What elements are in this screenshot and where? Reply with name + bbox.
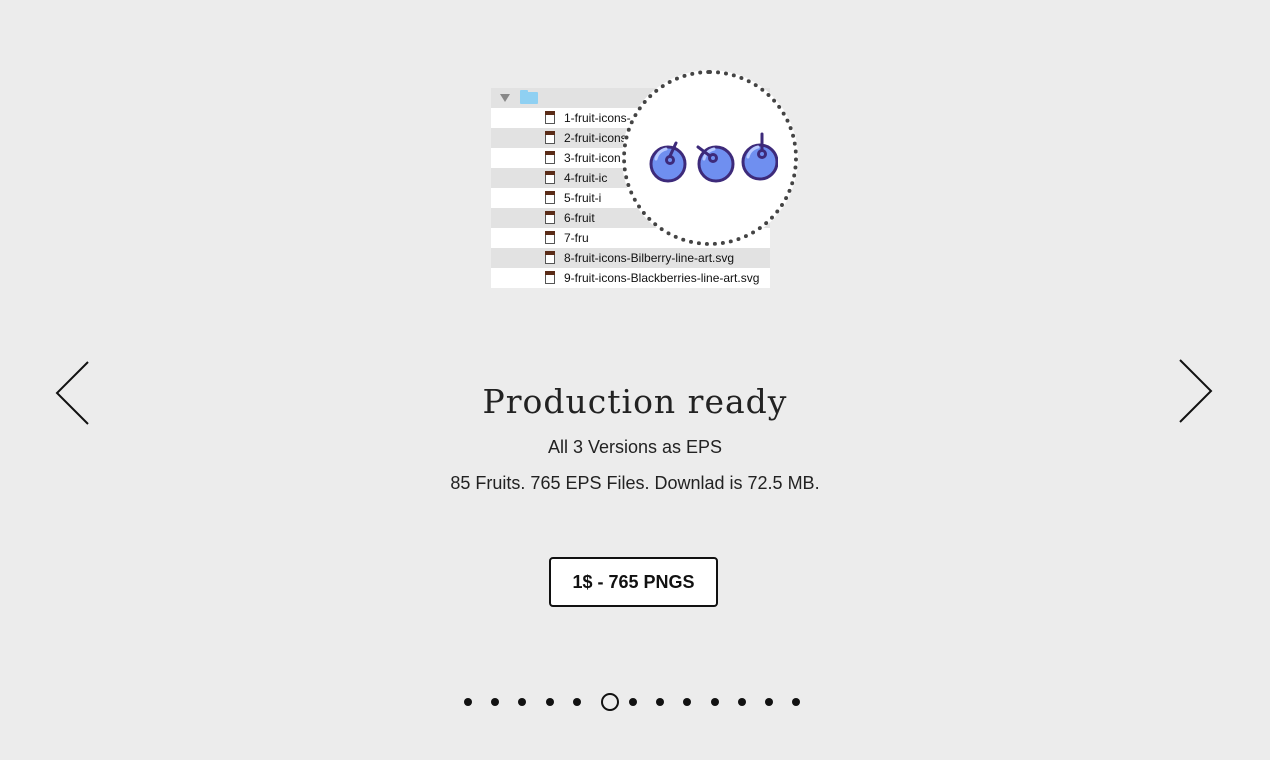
file-name: 7-fru [564, 231, 589, 245]
file-name: 2-fruit-icons [564, 131, 627, 145]
file-name: 5-fruit-i [564, 191, 602, 205]
file-name: 1-fruit-icons- [564, 111, 631, 125]
pagination-dot[interactable] [491, 698, 500, 706]
file-icon [545, 231, 555, 244]
file-name: 4-fruit-ic [564, 171, 608, 185]
file-name: 3-fruit-icon [564, 151, 621, 165]
file-name: 6-fruit [564, 211, 595, 225]
pagination-dot[interactable] [545, 698, 554, 706]
file-icon [545, 251, 555, 264]
pagination-dot[interactable] [656, 698, 665, 706]
pagination-dots [0, 692, 1270, 712]
slider: 1-fruit-icons- 2-fruit-icons 3-fruit-icon 4… [0, 0, 1270, 760]
slide-title: Production ready [482, 382, 788, 421]
pagination-dot[interactable] [683, 698, 692, 706]
slide-details: 85 Fruits. 765 EPS Files. Downlad is 72.… [450, 473, 820, 493]
disclosure-triangle-icon [500, 94, 510, 102]
file-icon [545, 191, 555, 204]
file-row: 8-fruit-icons-Bilberry-line-art.svg [491, 248, 770, 268]
blueberries-icon [649, 132, 778, 183]
pagination-dot[interactable] [518, 698, 527, 706]
pagination-dot-active[interactable] [601, 693, 619, 711]
pagination-dot[interactable] [464, 698, 472, 706]
buy-button[interactable]: 1$ - 765 PNGS [549, 557, 718, 607]
file-icon [545, 111, 555, 124]
file-row: 9-fruit-icons-Blackberries-line-art.svg [491, 268, 770, 288]
pagination-dot[interactable] [792, 698, 801, 706]
file-name: 8-fruit-icons-Bilberry-line-art.svg [564, 251, 735, 265]
folder-icon [520, 90, 538, 104]
file-name: 9-fruit-icons-Blackberries-line-art.svg [564, 271, 760, 285]
file-icon [545, 171, 555, 184]
pagination-dot[interactable] [572, 698, 581, 706]
file-icon [545, 131, 555, 144]
pagination-dot[interactable] [710, 698, 719, 706]
pagination-dot[interactable] [765, 698, 773, 706]
magnifier-circle [622, 70, 798, 246]
file-icon [545, 211, 555, 224]
pagination-dot[interactable] [737, 698, 746, 706]
file-icon [545, 151, 555, 164]
slide-subtitle: All 3 Versions as EPS [547, 437, 723, 457]
file-icon [545, 271, 555, 284]
pagination-dot[interactable] [629, 698, 637, 706]
